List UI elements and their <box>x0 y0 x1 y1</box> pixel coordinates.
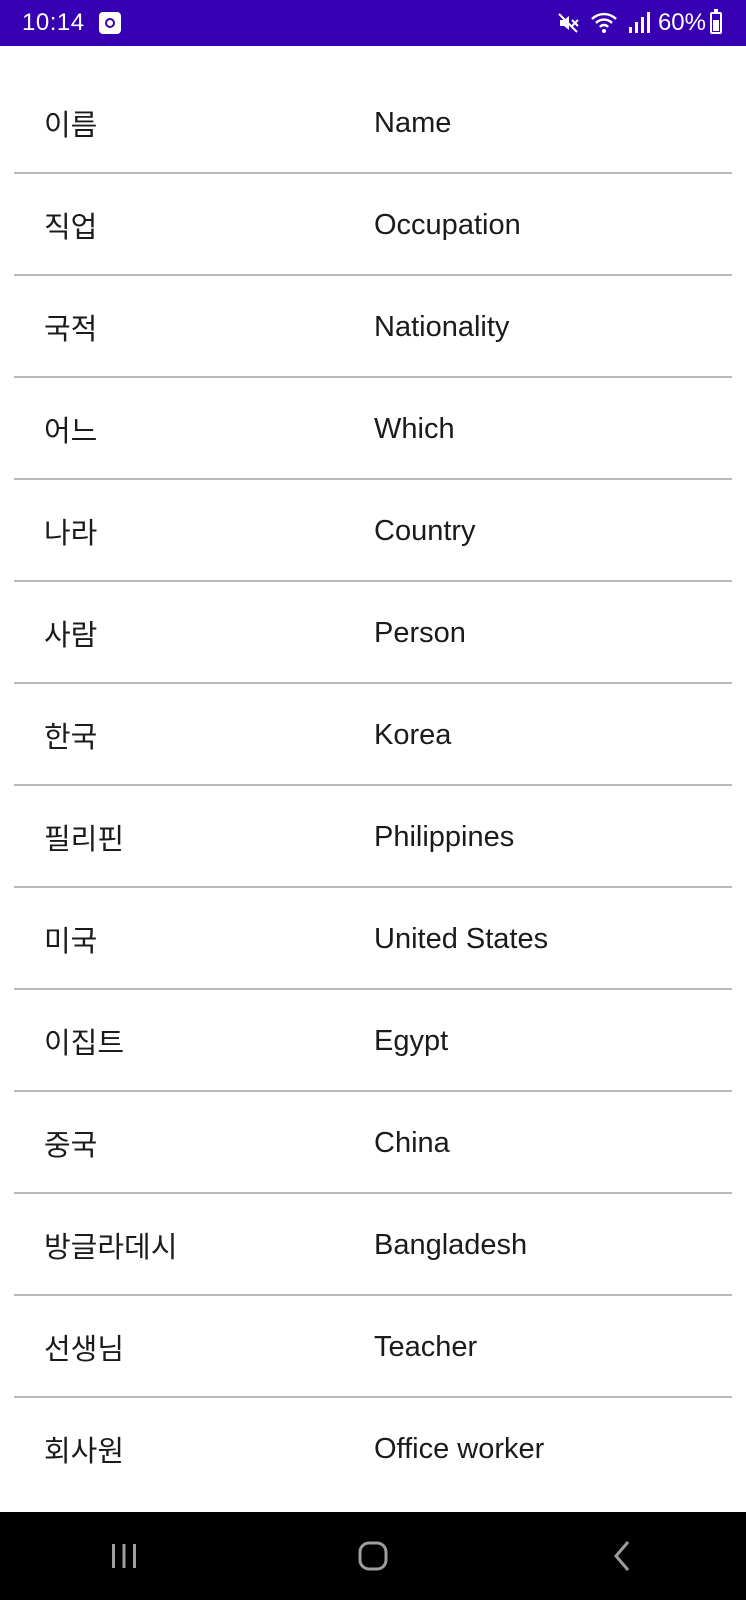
vocab-row[interactable]: 중국 China <box>0 1092 746 1194</box>
english-translation: Teacher <box>374 1330 478 1363</box>
status-right: 60% <box>546 9 722 37</box>
korean-word: 미국 <box>44 926 98 958</box>
navigation-bar <box>0 1512 746 1600</box>
vocab-row[interactable]: 미국 United States <box>0 888 746 990</box>
status-time: 10:14 <box>22 9 85 36</box>
korean-word: 방글라데시 <box>44 1232 178 1264</box>
english-translation: China <box>374 1126 450 1159</box>
english-translation: Name <box>374 106 452 139</box>
english-translation: Nationality <box>374 310 510 343</box>
korean-word: 필리핀 <box>44 824 125 856</box>
korean-word: 한국 <box>44 722 98 754</box>
korean-word: 이집트 <box>44 1028 125 1060</box>
vocab-row[interactable]: 이집트 Egypt <box>0 990 746 1092</box>
battery-icon <box>710 9 722 34</box>
vocab-row[interactable]: 한국 Korea <box>0 684 746 786</box>
korean-word: 회사원 <box>44 1436 125 1468</box>
korean-word: 이름 <box>44 110 98 142</box>
mute-icon <box>558 13 579 33</box>
vocab-row[interactable]: 어느 Which <box>0 378 746 480</box>
korean-word: 중국 <box>44 1130 98 1162</box>
korean-word: 선생님 <box>44 1334 125 1366</box>
battery-percent: 60% <box>657 9 706 36</box>
vocab-row[interactable]: 국적 Nationality <box>0 276 746 378</box>
back-icon <box>613 1541 629 1571</box>
recent-apps-icon <box>112 1544 137 1568</box>
status-bar: 10:14 60% <box>0 0 746 46</box>
english-translation: Person <box>374 616 466 649</box>
korean-word: 사람 <box>44 620 98 652</box>
english-translation: Egypt <box>374 1024 449 1057</box>
english-translation: United States <box>374 922 549 955</box>
vocab-row[interactable]: 방글라데시 Bangladesh <box>0 1194 746 1296</box>
vocab-row[interactable]: 회사원 Office worker <box>0 1398 746 1500</box>
korean-word: 나라 <box>44 518 98 550</box>
app-notification-icon <box>98 12 121 34</box>
wifi-icon <box>591 12 617 33</box>
english-translation: Occupation <box>374 208 521 241</box>
korean-word: 어느 <box>44 416 98 448</box>
english-translation: Which <box>374 412 455 445</box>
vocab-row[interactable]: 직업 Occupation <box>0 174 746 276</box>
home-icon <box>358 1541 388 1571</box>
english-translation: Country <box>374 514 476 547</box>
vocabulary-list[interactable]: 이름 Name 직업 Occupation 국적 Nationality 어느 Which 나라… <box>0 46 746 1500</box>
english-translation: Philippines <box>374 820 515 853</box>
vocab-row[interactable]: 이름 Name <box>0 46 746 174</box>
english-translation: Korea <box>374 718 452 751</box>
korean-word: 국적 <box>44 314 98 346</box>
back-button[interactable] <box>582 1526 662 1586</box>
status-left: 10:14 <box>22 9 121 37</box>
vocab-row[interactable]: 사람 Person <box>0 582 746 684</box>
signal-icon <box>628 12 650 33</box>
vocab-row[interactable]: 나라 Country <box>0 480 746 582</box>
home-button[interactable] <box>333 1526 413 1586</box>
korean-word: 직업 <box>44 212 98 244</box>
vocab-row[interactable]: 선생님 Teacher <box>0 1296 746 1398</box>
english-translation: Bangladesh <box>374 1228 528 1261</box>
english-translation: Office worker <box>374 1432 545 1465</box>
vocab-row[interactable]: 필리핀 Philippines <box>0 786 746 888</box>
recent-apps-button[interactable] <box>84 1526 164 1586</box>
